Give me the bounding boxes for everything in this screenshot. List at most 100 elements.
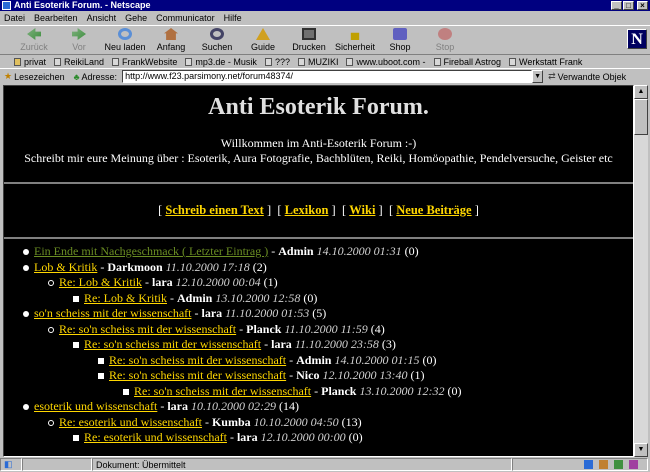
menu-file[interactable]: Datei [4, 13, 25, 23]
security-indicator[interactable]: ◧ [0, 458, 22, 471]
thread-link[interactable]: Re: so'n scheiss mit der wissenschaft [109, 353, 286, 367]
reply-count: (2) [252, 259, 267, 274]
bookmark-label: privat [24, 56, 47, 67]
scroll-down-button[interactable]: ▼ [634, 443, 648, 457]
thread-date: 14.10.2000 01:31 [316, 244, 402, 258]
thread-author: Nico [296, 368, 320, 382]
navigator-icon[interactable] [584, 460, 593, 469]
bookmarks-menu-button[interactable]: ★ Lesezeichen [4, 71, 65, 82]
printer-icon [302, 28, 316, 40]
bookmark-unknown[interactable]: ??? [264, 57, 290, 67]
forward-arrow-icon [72, 28, 86, 40]
thread-link[interactable]: so'n scheiss mit der wissenschaft [34, 306, 191, 320]
shop-button[interactable]: Shop [376, 27, 424, 54]
thread-link[interactable]: esoterik und wissenschaft [34, 399, 157, 413]
bookmark-label: MUZIKI [307, 56, 339, 67]
thread-author: Admin [296, 352, 332, 367]
write-text-link[interactable]: Schreib einen Text [165, 203, 263, 217]
thread-link[interactable]: Ein Ende mit Nachgeschmack ( Letzter Ein… [34, 244, 268, 258]
thread-author: lara [236, 430, 258, 444]
thread-link[interactable]: Lob & Kritik [34, 260, 97, 274]
thread-link[interactable]: Re: Lob & Kritik [59, 275, 142, 289]
thread-date: 14.10.2000 01:15 [334, 352, 420, 367]
home-button[interactable]: Anfang [147, 27, 195, 54]
thread-row: Re: so'n scheiss mit der wissenschaft - … [4, 337, 633, 353]
bookmark-fireball[interactable]: Fireball Astrog [433, 57, 501, 67]
thread-link[interactable]: Re: esoterik und wissenschaft [59, 415, 202, 429]
maximize-button[interactable]: □ [623, 1, 634, 10]
print-label: Drucken [292, 42, 326, 52]
personal-toolbar: privat ReikiLand FrankWebsite mp3.de - M… [0, 55, 650, 69]
related-button[interactable]: ⇄ Verwandte Objek [548, 71, 626, 82]
bullet-icon [23, 249, 29, 255]
bookmark-privat[interactable]: privat [14, 57, 46, 67]
menu-help[interactable]: Hilfe [224, 13, 242, 23]
minimize-button[interactable]: _ [611, 1, 622, 10]
thread-link[interactable]: Re: so'n scheiss mit der wissenschaft [109, 368, 286, 382]
shop-label: Shop [389, 42, 411, 52]
menu-edit[interactable]: Bearbeiten [34, 13, 78, 23]
thread-author: Planck [246, 321, 282, 336]
back-button[interactable]: Zurück [10, 27, 58, 54]
url-history-dropdown[interactable]: ▼ [532, 70, 544, 83]
divider-top [4, 182, 633, 184]
thread-row: Lob & Kritik - Darkmoon 11.10.2000 17:18… [4, 260, 633, 276]
netscape-app-icon [2, 1, 11, 10]
address-label-wrap: ♣ Adresse: [74, 72, 117, 82]
page-proxy-icon[interactable]: ♣ [74, 72, 80, 82]
thread-date: 11.10.2000 17:18 [165, 259, 250, 274]
navigation-toolbar: Zurück Vor Neu laden Anfang Suchen Guide… [0, 25, 650, 55]
location-toolbar: ★ Lesezeichen ♣ Adresse: http://www.f23.pa… [0, 69, 650, 84]
page-content: Anti Esoterik Forum. Willkommen im Anti-… [3, 85, 634, 457]
lexikon-link[interactable]: Lexikon [285, 203, 329, 217]
bullet-icon [48, 419, 54, 426]
close-button[interactable]: × [637, 1, 648, 10]
scroll-thumb[interactable] [634, 99, 648, 135]
mail-icon[interactable] [599, 460, 608, 469]
vertical-scrollbar[interactable]: ▲ ▼ [634, 85, 648, 457]
composer-icon[interactable] [629, 460, 638, 469]
reload-label: Neu laden [104, 42, 146, 52]
new-posts-link[interactable]: Neue Beiträge [396, 203, 471, 217]
bookmark-werkstatt[interactable]: Werkstatt Frank [509, 57, 582, 67]
thread-link[interactable]: Re: so'n scheiss mit der wissenschaft [134, 384, 311, 398]
menu-view[interactable]: Ansicht [87, 13, 117, 23]
bookmark-label: www.uboot.com - [356, 56, 426, 67]
bullet-icon [48, 280, 54, 286]
wiki-link[interactable]: Wiki [349, 203, 375, 217]
reply-count: (0) [422, 352, 437, 367]
netscape-logo[interactable]: N [627, 29, 647, 49]
bookmark-muziki[interactable]: MUZIKI [297, 56, 339, 67]
progress-cell [22, 458, 92, 471]
bookmark-mp3[interactable]: mp3.de - Musik [185, 57, 257, 67]
reply-count: (4) [370, 321, 385, 336]
menu-go[interactable]: Gehe [125, 13, 147, 23]
thread-link[interactable]: Re: so'n scheiss mit der wissenschaft [84, 337, 261, 351]
stop-icon [438, 28, 452, 40]
search-button[interactable]: Suchen [193, 27, 241, 54]
bookmark-frankwebsite[interactable]: FrankWebsite [112, 57, 177, 67]
url-input[interactable]: http://www.f23.parsimony.net/forum48374/ [122, 70, 533, 83]
bullet-icon [23, 311, 29, 317]
stop-button[interactable]: Stop [421, 27, 469, 54]
status-bar: ◧ Dokument: Übermittelt [0, 457, 650, 472]
thread-link[interactable]: Re: so'n scheiss mit der wissenschaft [59, 322, 236, 336]
bullet-icon [73, 295, 79, 302]
guide-button[interactable]: Guide [239, 27, 287, 54]
reply-count: (0) [303, 290, 318, 305]
home-icon [164, 28, 178, 40]
forward-button[interactable]: Vor [55, 27, 103, 54]
thread-link[interactable]: Re: esoterik und wissenschaft [84, 430, 227, 444]
reload-button[interactable]: Neu laden [101, 27, 149, 54]
security-button[interactable]: Sicherheit [331, 27, 379, 54]
scroll-up-button[interactable]: ▲ [634, 85, 648, 99]
newsgroups-icon[interactable] [614, 460, 623, 469]
reply-count: (0) [404, 244, 419, 258]
thread-date: 11.10.2000 23:58 [294, 337, 379, 351]
thread-row: Re: Lob & Kritik - lara 12.10.2000 00:04… [4, 275, 633, 291]
bookmark-uboot[interactable]: www.uboot.com - [346, 56, 426, 67]
print-button[interactable]: Drucken [285, 27, 333, 54]
menu-communicator[interactable]: Communicator [156, 13, 215, 23]
bookmark-reikiland[interactable]: ReikiLand [54, 57, 104, 67]
thread-link[interactable]: Re: Lob & Kritik [84, 291, 167, 305]
